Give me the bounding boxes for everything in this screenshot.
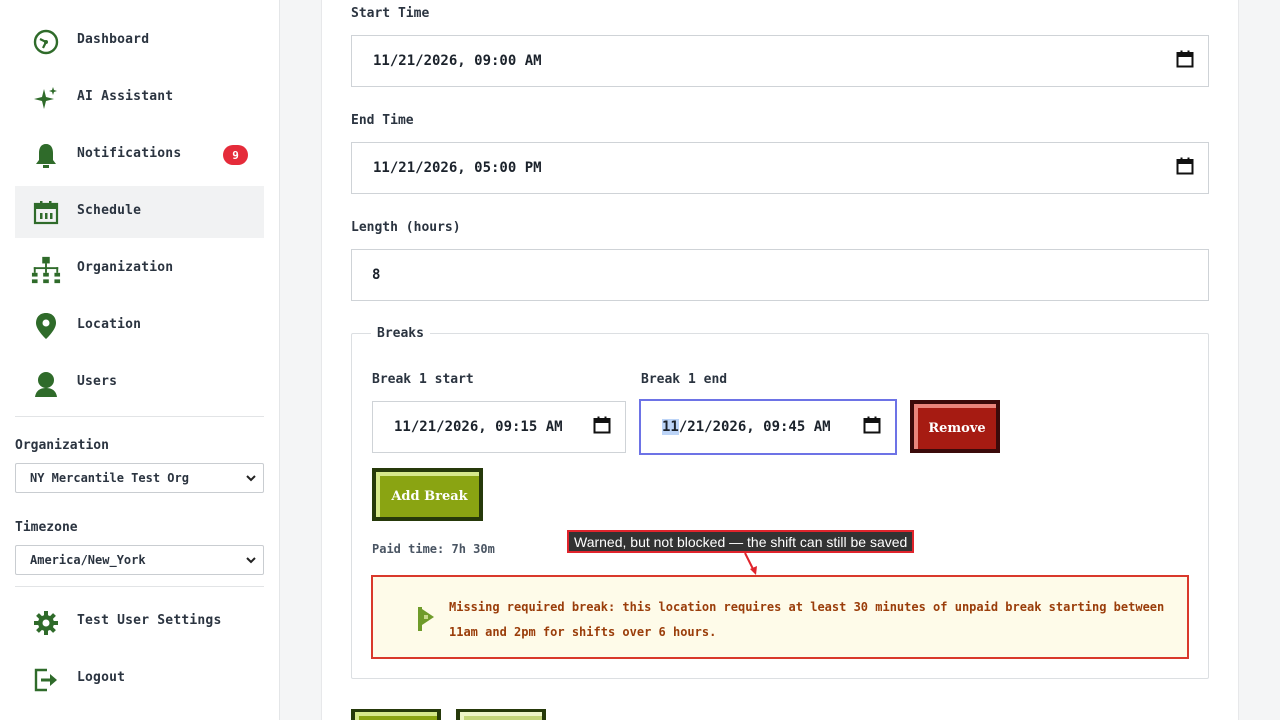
sidebar-item-ai-assistant[interactable]: AI Assistant bbox=[15, 72, 264, 124]
timezone-label: Timezone bbox=[15, 520, 78, 535]
save-button[interactable] bbox=[351, 709, 441, 720]
sidebar: Dashboard AI Assistant Notifications 9 S… bbox=[0, 0, 280, 720]
chevron-down-icon bbox=[245, 472, 257, 487]
break-1-start-label: Break 1 start bbox=[372, 372, 474, 387]
sidebar-item-label: Dashboard bbox=[77, 32, 150, 47]
length-input[interactable]: 8 bbox=[351, 249, 1209, 301]
calendar-icon bbox=[31, 198, 61, 228]
warning-text: Missing required break: this location re… bbox=[449, 600, 1165, 639]
sidebar-item-label: Test User Settings bbox=[77, 613, 222, 628]
sidebar-item-label: Schedule bbox=[77, 203, 142, 218]
timezone-selected-value: America/New_York bbox=[30, 553, 146, 567]
remove-break-button[interactable]: Remove bbox=[910, 400, 1000, 453]
sidebar-item-label: Users bbox=[77, 374, 118, 389]
chevron-down-icon bbox=[245, 554, 257, 569]
sidebar-item-users[interactable]: Users bbox=[15, 357, 264, 409]
end-time-label: End Time bbox=[351, 113, 414, 128]
sparkle-icon bbox=[31, 84, 61, 114]
break-1-end-value: /21/2026, 09:45 AM bbox=[678, 419, 831, 435]
bell-icon bbox=[31, 141, 61, 171]
start-time-label: Start Time bbox=[351, 6, 430, 21]
annotation-arrow bbox=[744, 552, 757, 575]
cancel-button[interactable] bbox=[456, 709, 546, 720]
logout-icon bbox=[31, 665, 61, 695]
missing-break-warning: Missing required break: this location re… bbox=[371, 575, 1189, 659]
calendar-picker-icon[interactable] bbox=[593, 416, 611, 438]
sidebar-divider bbox=[15, 416, 264, 417]
end-time-input[interactable]: 11/21/2026, 05:00 PM bbox=[351, 142, 1209, 194]
breaks-legend: Breaks bbox=[371, 326, 430, 341]
calendar-picker-icon[interactable] bbox=[1176, 157, 1194, 179]
break-1-start-input[interactable]: 11/21/2026, 09:15 AM bbox=[372, 401, 626, 453]
break-1-start-value: 11/21/2026, 09:15 AM bbox=[394, 419, 563, 435]
sidebar-divider bbox=[15, 586, 264, 587]
sidebar-item-label: Location bbox=[77, 317, 142, 332]
calendar-picker-icon[interactable] bbox=[1176, 50, 1194, 72]
remove-break-label: Remove bbox=[914, 404, 996, 449]
paid-time-text: Paid time: 7h 30m bbox=[372, 542, 495, 556]
break-1-end-label: Break 1 end bbox=[641, 372, 728, 387]
sidebar-item-dashboard[interactable]: Dashboard bbox=[15, 15, 264, 67]
sidebar-item-label: AI Assistant bbox=[77, 89, 174, 104]
sidebar-item-label: Logout bbox=[77, 670, 126, 685]
annotation-callout: Warned, but not blocked — the shift can … bbox=[567, 530, 915, 553]
sidebar-item-schedule[interactable]: Schedule bbox=[15, 186, 264, 238]
sidebar-item-notifications[interactable]: Notifications 9 bbox=[15, 129, 264, 181]
sidebar-item-organization[interactable]: Organization bbox=[15, 243, 264, 295]
sidebar-item-settings[interactable]: Test User Settings bbox=[15, 596, 264, 648]
sidebar-item-logout[interactable]: Logout bbox=[15, 653, 264, 705]
dashboard-icon bbox=[31, 27, 61, 57]
length-value: 8 bbox=[372, 267, 381, 283]
user-icon bbox=[31, 369, 61, 399]
notification-count-badge: 9 bbox=[223, 145, 248, 165]
gear-icon bbox=[31, 608, 61, 638]
break-1-end-month-selected[interactable]: 11 bbox=[662, 419, 679, 435]
calendar-picker-icon[interactable] bbox=[863, 416, 881, 438]
length-label: Length (hours) bbox=[351, 220, 461, 235]
break-1-end-input[interactable]: 11/21/2026, 09:45 AM bbox=[639, 399, 897, 455]
organization-selected-value: NY Mercantile Test Org bbox=[30, 471, 189, 485]
add-break-button[interactable]: Add Break bbox=[372, 468, 483, 521]
start-time-input[interactable]: 11/21/2026, 09:00 AM bbox=[351, 35, 1209, 87]
end-time-value: 11/21/2026, 05:00 PM bbox=[373, 160, 542, 176]
sidebar-item-location[interactable]: Location bbox=[15, 300, 264, 352]
organization-label: Organization bbox=[15, 438, 109, 453]
warning-flag-icon bbox=[416, 605, 438, 637]
sidebar-item-label: Organization bbox=[77, 260, 174, 275]
start-time-value: 11/21/2026, 09:00 AM bbox=[373, 53, 542, 69]
org-chart-icon bbox=[31, 255, 61, 285]
organization-select[interactable]: NY Mercantile Test Org bbox=[15, 463, 264, 493]
timezone-select[interactable]: America/New_York bbox=[15, 545, 264, 575]
sidebar-item-label: Notifications bbox=[77, 146, 182, 161]
location-pin-icon bbox=[31, 312, 61, 342]
add-break-label: Add Break bbox=[376, 472, 479, 517]
